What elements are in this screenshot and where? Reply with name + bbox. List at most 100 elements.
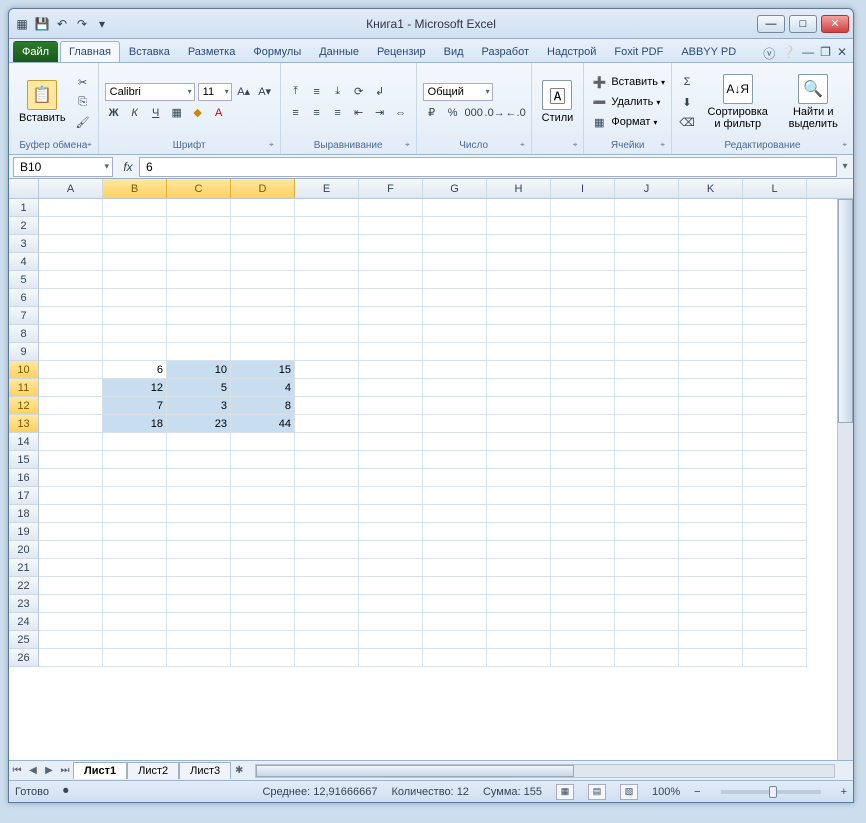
cell-D8[interactable] [231, 325, 295, 343]
cell-K22[interactable] [679, 577, 743, 595]
cell-D13[interactable]: 44 [231, 415, 295, 433]
cell-K9[interactable] [679, 343, 743, 361]
cell-H15[interactable] [487, 451, 551, 469]
sheet-tab-1[interactable]: Лист1 [73, 762, 127, 779]
cell-E21[interactable] [295, 559, 359, 577]
close-button[interactable]: ✕ [821, 15, 849, 33]
cell-D26[interactable] [231, 649, 295, 667]
cell-H3[interactable] [487, 235, 551, 253]
tab-review[interactable]: Рецензир [368, 41, 435, 62]
cell-C11[interactable]: 5 [167, 379, 231, 397]
cell-B22[interactable] [103, 577, 167, 595]
cell-C3[interactable] [167, 235, 231, 253]
align-center-icon[interactable]: ≡ [308, 104, 326, 122]
cell-H8[interactable] [487, 325, 551, 343]
cell-G6[interactable] [423, 289, 487, 307]
cell-E26[interactable] [295, 649, 359, 667]
format-painter-icon[interactable]: 🖌 [74, 113, 92, 131]
sheet-tab-2[interactable]: Лист2 [127, 762, 179, 779]
cell-F20[interactable] [359, 541, 423, 559]
cell-L8[interactable] [743, 325, 807, 343]
cell-E11[interactable] [295, 379, 359, 397]
cell-K17[interactable] [679, 487, 743, 505]
tab-data[interactable]: Данные [310, 41, 368, 62]
cell-J25[interactable] [615, 631, 679, 649]
cell-F24[interactable] [359, 613, 423, 631]
cell-I9[interactable] [551, 343, 615, 361]
paste-button[interactable]: 📋 Вставить [15, 76, 70, 128]
cell-K8[interactable] [679, 325, 743, 343]
fill-color-icon[interactable]: ◆ [189, 104, 207, 122]
cell-D14[interactable] [231, 433, 295, 451]
cell-H24[interactable] [487, 613, 551, 631]
wrap-text-icon[interactable]: ↲ [371, 83, 389, 101]
cell-F6[interactable] [359, 289, 423, 307]
tab-developer[interactable]: Разработ [473, 41, 538, 62]
cell-E25[interactable] [295, 631, 359, 649]
cell-B5[interactable] [103, 271, 167, 289]
cell-A17[interactable] [39, 487, 103, 505]
cell-J17[interactable] [615, 487, 679, 505]
sheet-nav-next[interactable]: ▶ [41, 765, 57, 776]
cell-L4[interactable] [743, 253, 807, 271]
cell-E23[interactable] [295, 595, 359, 613]
cell-I23[interactable] [551, 595, 615, 613]
cell-L23[interactable] [743, 595, 807, 613]
cell-D10[interactable]: 15 [231, 361, 295, 379]
cell-K2[interactable] [679, 217, 743, 235]
cell-L6[interactable] [743, 289, 807, 307]
cell-J3[interactable] [615, 235, 679, 253]
number-format-combo[interactable]: Общий [423, 83, 493, 101]
row-header-15[interactable]: 15 [9, 451, 39, 469]
minimize-ribbon-icon[interactable]: ⓥ [763, 45, 775, 62]
cell-A8[interactable] [39, 325, 103, 343]
row-header-7[interactable]: 7 [9, 307, 39, 325]
cell-J8[interactable] [615, 325, 679, 343]
cell-B3[interactable] [103, 235, 167, 253]
cell-B26[interactable] [103, 649, 167, 667]
cell-I21[interactable] [551, 559, 615, 577]
cell-G9[interactable] [423, 343, 487, 361]
clear-icon[interactable]: ⌫ [678, 113, 696, 131]
format-cells-button[interactable]: ▦Формат▾ [590, 113, 665, 131]
percent-icon[interactable]: % [444, 104, 462, 122]
cell-C9[interactable] [167, 343, 231, 361]
cell-D6[interactable] [231, 289, 295, 307]
cell-H2[interactable] [487, 217, 551, 235]
cell-J13[interactable] [615, 415, 679, 433]
cell-B18[interactable] [103, 505, 167, 523]
cell-A21[interactable] [39, 559, 103, 577]
cell-K15[interactable] [679, 451, 743, 469]
cell-A20[interactable] [39, 541, 103, 559]
row-header-19[interactable]: 19 [9, 523, 39, 541]
cell-A15[interactable] [39, 451, 103, 469]
cell-F26[interactable] [359, 649, 423, 667]
cell-F15[interactable] [359, 451, 423, 469]
cell-G16[interactable] [423, 469, 487, 487]
cell-L7[interactable] [743, 307, 807, 325]
cell-F9[interactable] [359, 343, 423, 361]
vscroll-thumb[interactable] [838, 199, 853, 423]
cell-C10[interactable]: 10 [167, 361, 231, 379]
indent-dec-icon[interactable]: ⇤ [350, 104, 368, 122]
cell-B1[interactable] [103, 199, 167, 217]
italic-button[interactable]: К [126, 104, 144, 122]
font-size-combo[interactable]: 11 [198, 83, 232, 101]
cell-J1[interactable] [615, 199, 679, 217]
cell-F14[interactable] [359, 433, 423, 451]
cell-A19[interactable] [39, 523, 103, 541]
cell-I19[interactable] [551, 523, 615, 541]
cell-J5[interactable] [615, 271, 679, 289]
cell-H20[interactable] [487, 541, 551, 559]
cell-A9[interactable] [39, 343, 103, 361]
cell-A22[interactable] [39, 577, 103, 595]
cell-G11[interactable] [423, 379, 487, 397]
row-header-5[interactable]: 5 [9, 271, 39, 289]
cell-I11[interactable] [551, 379, 615, 397]
row-header-14[interactable]: 14 [9, 433, 39, 451]
row-header-10[interactable]: 10 [9, 361, 39, 379]
cell-F16[interactable] [359, 469, 423, 487]
cell-G18[interactable] [423, 505, 487, 523]
cell-G5[interactable] [423, 271, 487, 289]
cell-E12[interactable] [295, 397, 359, 415]
